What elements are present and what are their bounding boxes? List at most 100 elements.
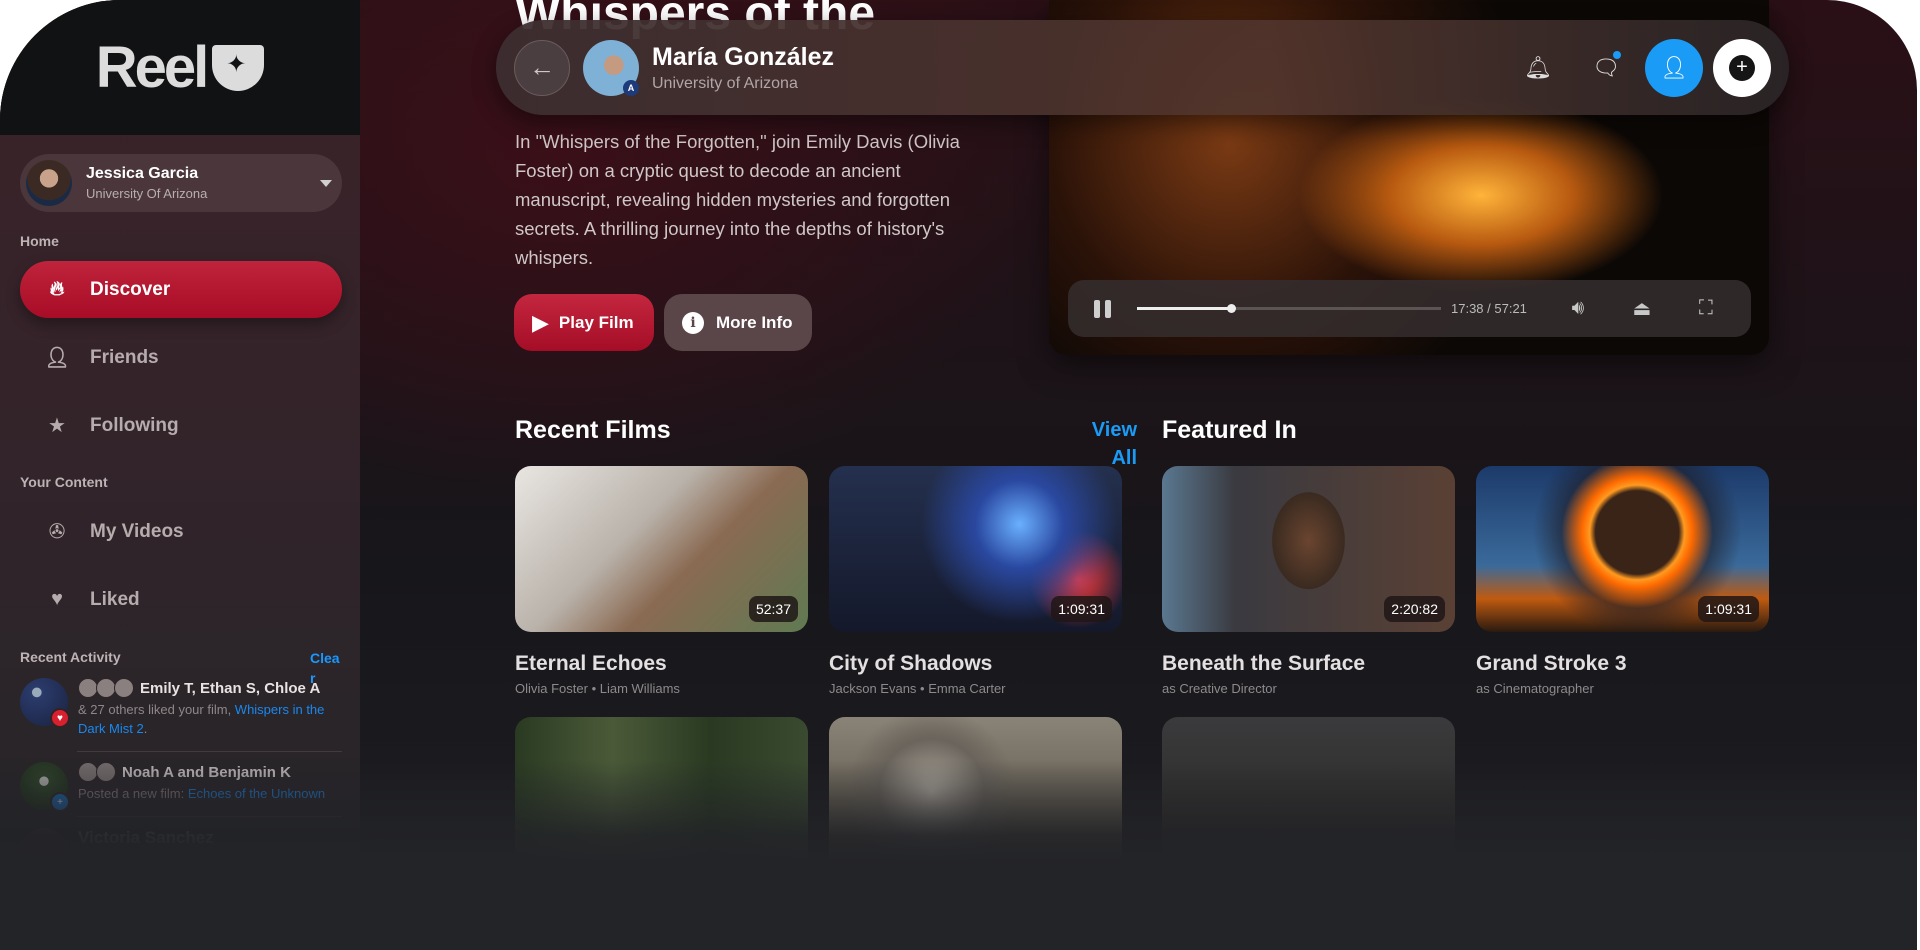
friends-icon: 👤︎ bbox=[44, 347, 70, 369]
header-subtitle: University of Arizona bbox=[652, 74, 798, 92]
film-card[interactable] bbox=[1162, 717, 1455, 883]
sidebar-item-label: Friends bbox=[90, 346, 159, 368]
film-role: as Cinematographer bbox=[1476, 681, 1594, 696]
film-thumbnail: 52:37 bbox=[515, 466, 808, 632]
recent-films-heading: Recent Films bbox=[515, 416, 671, 444]
plus-icon: + bbox=[1729, 54, 1755, 81]
avatar bbox=[96, 762, 116, 782]
film-reel-icon: ✇ bbox=[48, 521, 66, 543]
divider bbox=[77, 751, 342, 752]
more-label: More Info bbox=[716, 312, 793, 332]
app-window: Reel Jessica Garcia University Of Arizona… bbox=[0, 0, 1917, 950]
section-label-home: Home bbox=[20, 233, 59, 249]
film-card[interactable]: 1:09:31 Grand Stroke 3 as Cinematographe… bbox=[1476, 466, 1769, 696]
featured-heading: Featured In bbox=[1162, 416, 1297, 444]
activity-text: & 27 others liked your film, bbox=[78, 702, 235, 717]
avatar bbox=[96, 678, 116, 698]
film-thumbnail: 2:20:82 bbox=[1162, 466, 1455, 632]
section-label-content: Your Content bbox=[20, 474, 108, 490]
add-friend-button[interactable]: 👤︎ bbox=[1645, 38, 1703, 97]
sidebar-item-friends[interactable]: 👤︎ Friends bbox=[20, 329, 342, 386]
activity-film-link[interactable]: Echoes of the Unknown bbox=[188, 786, 325, 801]
avatar bbox=[114, 678, 134, 698]
play-film-button[interactable]: ▶ Play Film bbox=[514, 294, 654, 351]
play-icon: ▶ bbox=[532, 309, 549, 335]
activity-names: Emily T, Ethan S, Chloe A bbox=[140, 679, 321, 697]
sidebar-item-my-videos[interactable]: ✇ My Videos bbox=[20, 503, 342, 560]
sidebar-item-label: My Videos bbox=[90, 520, 184, 542]
bell-icon: 🔔︎ bbox=[1524, 54, 1552, 80]
film-card[interactable]: 2:20:82 Beneath the Surface as Creative … bbox=[1162, 466, 1455, 696]
sidebar-item-label: Discover bbox=[90, 278, 171, 300]
hero-description: In "Whispers of the Forgotten," join Emi… bbox=[515, 131, 960, 268]
film-title: Grand Stroke 3 bbox=[1476, 652, 1627, 675]
film-thumbnail bbox=[515, 717, 808, 883]
back-button[interactable]: ← bbox=[514, 39, 570, 96]
notifications-button[interactable]: 🔔︎ bbox=[1509, 39, 1567, 97]
sidebar-item-label: Following bbox=[90, 414, 179, 436]
sidebar-item-discover[interactable]: 🔥︎ Discover bbox=[20, 261, 342, 318]
profile-subtitle: University Of Arizona bbox=[86, 186, 208, 201]
avatar[interactable]: A bbox=[583, 39, 639, 96]
volume-icon[interactable]: 🔊︎ bbox=[1565, 297, 1591, 320]
seek-slider[interactable] bbox=[1137, 304, 1441, 313]
activity-item[interactable]: + Noah A and Benjamin K Posted a new fil… bbox=[20, 762, 342, 812]
activity-item[interactable]: ♥ Emily T, Ethan S, Chloe A & 27 others … bbox=[20, 678, 342, 738]
film-credits: Jackson Evans • Emma Carter bbox=[829, 681, 1006, 696]
fullscreen-icon[interactable]: ⛶ bbox=[1693, 297, 1719, 320]
seek-progress bbox=[1137, 307, 1232, 310]
flame-icon: 🔥︎ bbox=[49, 278, 65, 300]
film-thumbnail: 1:09:31 bbox=[1476, 466, 1769, 632]
avatar bbox=[26, 160, 72, 206]
sidebar: Reel Jessica Garcia University Of Arizona… bbox=[0, 0, 360, 950]
heart-icon: ♥ bbox=[50, 708, 70, 728]
film-card[interactable]: 1:09:31 City of Shadows Jackson Evans • … bbox=[829, 466, 1122, 696]
avatar bbox=[78, 678, 98, 698]
activity-names: Victoria Sanchez bbox=[78, 828, 214, 847]
activity-suffix: . bbox=[143, 721, 148, 736]
play-label: Play Film bbox=[558, 312, 634, 332]
seek-handle[interactable] bbox=[1227, 304, 1237, 313]
add-user-icon: 👤︎ bbox=[1660, 54, 1688, 80]
avatar bbox=[78, 762, 98, 782]
pause-icon[interactable] bbox=[1094, 299, 1111, 318]
duration-badge: 52:37 bbox=[748, 596, 798, 622]
film-card[interactable] bbox=[829, 717, 1122, 883]
film-card[interactable] bbox=[515, 717, 808, 883]
avatar bbox=[20, 828, 68, 876]
activity-names: Noah A and Benjamin K bbox=[122, 763, 291, 781]
profile-name: Jessica Garcia bbox=[86, 165, 199, 182]
logo-mark-icon bbox=[212, 44, 265, 91]
activity-text: Posted a new film: bbox=[78, 786, 188, 801]
airplay-icon[interactable]: ⏏ bbox=[1629, 296, 1655, 321]
avatar: ♥ bbox=[20, 678, 70, 728]
account-switcher[interactable]: Jessica Garcia University Of Arizona bbox=[20, 154, 342, 212]
heart-icon: ♥ bbox=[51, 588, 63, 610]
film-card[interactable]: 52:37 Eternal Echoes Olivia Foster • Lia… bbox=[515, 466, 808, 696]
unread-dot bbox=[1613, 50, 1621, 59]
sidebar-item-following[interactable]: ★ Following bbox=[20, 397, 342, 454]
profile-header: ← A María González University of Arizona … bbox=[496, 20, 1789, 115]
view-all-link[interactable]: View All bbox=[1085, 416, 1137, 472]
film-role: as Creative Director bbox=[1162, 681, 1277, 696]
arrow-left-icon: ← bbox=[529, 52, 555, 82]
logo[interactable]: Reel bbox=[0, 0, 360, 135]
duration-badge: 1:09:31 bbox=[1051, 596, 1112, 622]
film-credits: Olivia Foster • Liam Williams bbox=[515, 681, 680, 696]
chevron-down-icon bbox=[320, 180, 332, 187]
more-info-button[interactable]: i More Info bbox=[664, 294, 812, 351]
section-label-activity: Recent Activity bbox=[20, 649, 121, 665]
film-thumbnail: 1:09:31 bbox=[829, 466, 1122, 632]
plus-icon: + bbox=[50, 792, 70, 812]
divider bbox=[77, 816, 342, 817]
sidebar-item-liked[interactable]: ♥ Liked bbox=[20, 571, 342, 628]
film-thumbnail bbox=[1162, 717, 1455, 883]
messages-button[interactable]: 🗨︎ bbox=[1577, 39, 1635, 97]
create-button[interactable]: + bbox=[1713, 38, 1771, 97]
university-badge: A bbox=[623, 79, 639, 96]
info-icon: i bbox=[682, 311, 704, 334]
film-title: City of Shadows bbox=[829, 652, 993, 675]
film-title: Beneath the Surface bbox=[1162, 652, 1366, 675]
film-thumbnail bbox=[829, 717, 1122, 883]
activity-item[interactable]: Victoria Sanchez bbox=[20, 828, 342, 876]
